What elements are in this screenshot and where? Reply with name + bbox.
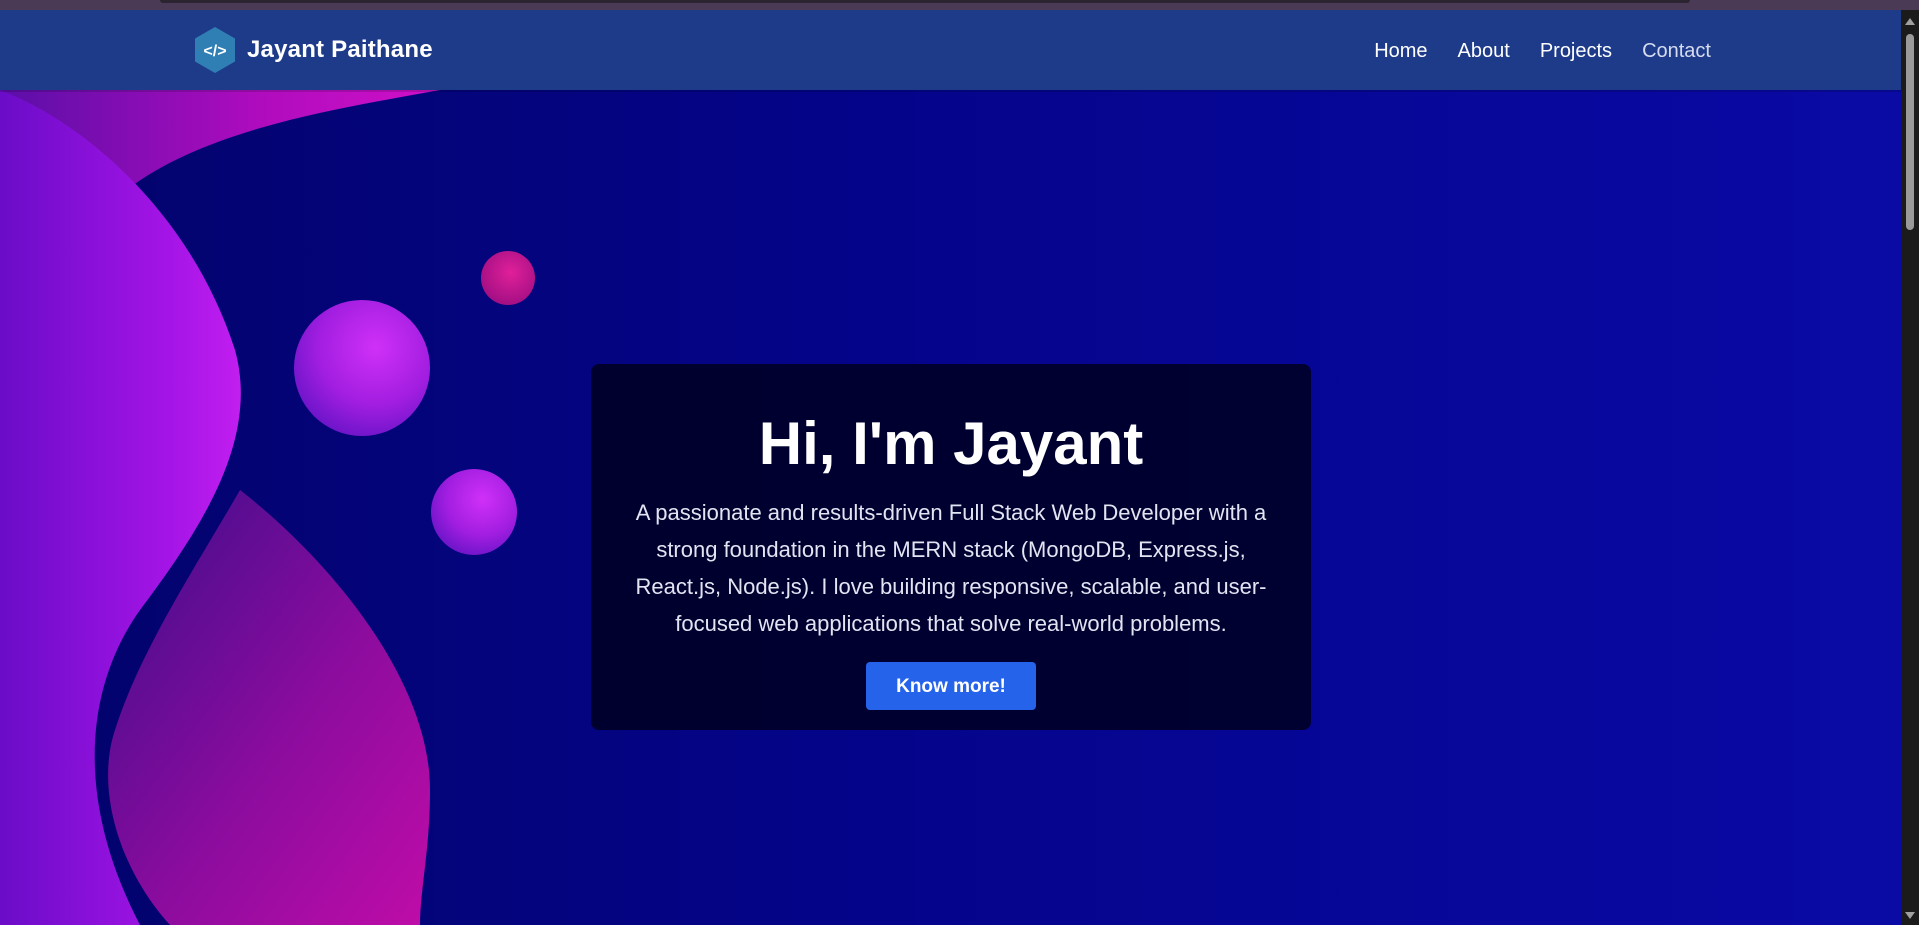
page: </> Jayant Paithane Home About Projects … (0, 0, 1919, 925)
nav-about[interactable]: About (1458, 40, 1510, 63)
browser-top-strip (0, 0, 1919, 10)
decorative-background-art (0, 90, 560, 925)
navbar: </> Jayant Paithane Home About Projects … (0, 10, 1901, 90)
main-nav: Home About Projects Contact (1374, 40, 1711, 63)
know-more-button[interactable]: Know more! (866, 662, 1036, 710)
nav-projects[interactable]: Projects (1540, 40, 1612, 63)
brand-name: Jayant Paithane (247, 36, 433, 63)
hero-description: A passionate and results-driven Full Sta… (635, 500, 1267, 636)
nav-home[interactable]: Home (1374, 40, 1427, 63)
scroll-down-arrow-icon[interactable] (1905, 912, 1915, 919)
code-brackets-icon: </> (193, 26, 237, 74)
scroll-thumb[interactable] (1906, 34, 1914, 230)
browser-top-strip-bar (160, 0, 1690, 3)
nav-contact[interactable]: Contact (1642, 40, 1711, 63)
scroll-up-arrow-icon[interactable] (1905, 18, 1915, 25)
logo-text: </> (203, 43, 226, 60)
hero-title: Hi, I'm Jayant (758, 410, 1144, 477)
page-scrollbar[interactable] (1901, 10, 1919, 925)
brand[interactable]: </> Jayant Paithane (193, 26, 433, 74)
hero-card: Hi, I'm Jayant A passionate and results-… (591, 364, 1311, 730)
